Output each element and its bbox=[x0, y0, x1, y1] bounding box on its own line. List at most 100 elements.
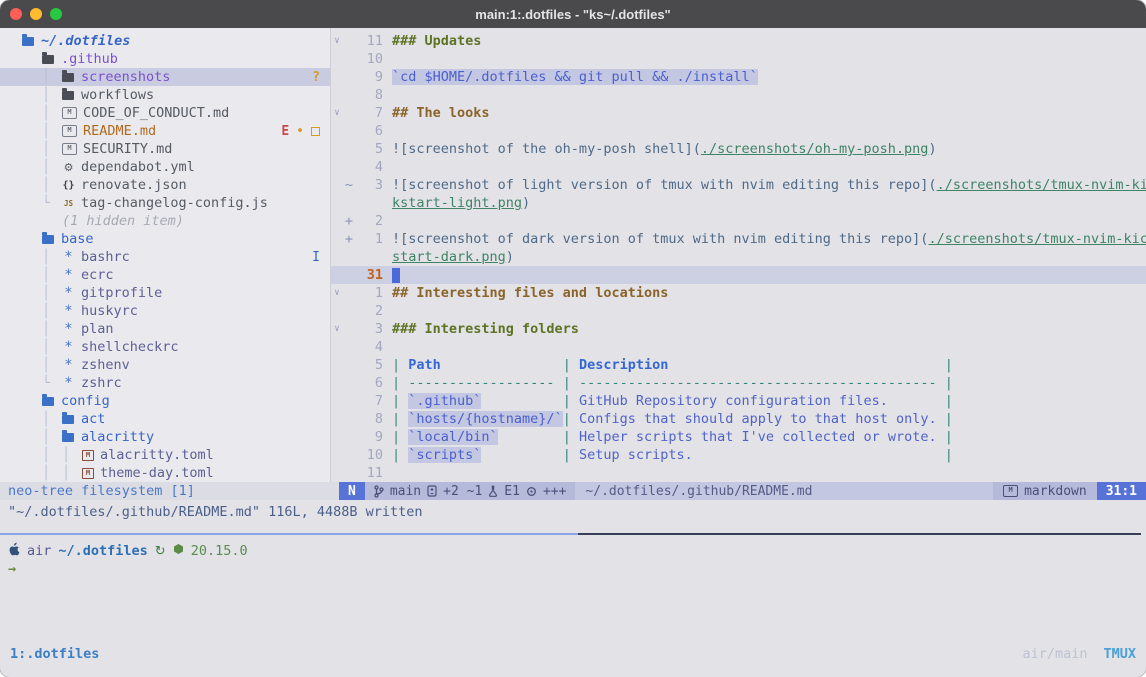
tree-item[interactable]: ││Malacritty.toml bbox=[0, 446, 330, 464]
tree-item[interactable]: │MCODE_OF_CONDUCT.md bbox=[0, 104, 330, 122]
text-segment-pipe: | bbox=[937, 357, 953, 373]
tmux-window-label[interactable]: 1:.dotfiles bbox=[10, 646, 99, 662]
text-segment-code: `hosts/{hostname}/` bbox=[408, 411, 562, 427]
tree-item-label: plan bbox=[81, 321, 114, 337]
tree-item[interactable]: │workflows bbox=[0, 86, 330, 104]
text-segment-pipe: | bbox=[392, 357, 408, 373]
tree-item[interactable]: config bbox=[0, 392, 330, 410]
tree-badge: I bbox=[312, 250, 320, 265]
tree-item[interactable]: ~/.dotfiles bbox=[0, 32, 330, 50]
editor-line[interactable]: ∨11### Updates bbox=[331, 32, 1146, 50]
editor-line[interactable]: 8| `hosts/{hostname}/`| Configs that sho… bbox=[331, 410, 1146, 428]
line-number: 9 bbox=[355, 429, 383, 445]
tree-item[interactable]: │MREADME.mdE• bbox=[0, 122, 330, 140]
text-segment-h2: ## Interesting files and locations bbox=[392, 285, 668, 301]
javascript-icon: JS bbox=[62, 199, 75, 208]
editor-line[interactable]: 8 bbox=[331, 86, 1146, 104]
tree-item[interactable]: └JStag-changelog-config.js bbox=[0, 194, 330, 212]
editor-line[interactable]: +1![screenshot of dark version of tmux w… bbox=[331, 230, 1146, 248]
tree-item-badges: I bbox=[312, 250, 320, 265]
editor-line[interactable]: 11 bbox=[331, 464, 1146, 482]
status-circle-icon bbox=[526, 486, 537, 497]
tree-item-label: renovate.json bbox=[81, 177, 187, 193]
tree-item[interactable]: │screenshots? bbox=[0, 68, 330, 86]
tree-item[interactable]: │*gitprofile bbox=[0, 284, 330, 302]
editor-line[interactable]: 9`cd $HOME/.dotfiles && git pull && ./in… bbox=[331, 68, 1146, 86]
editor-line[interactable]: ∨1## Interesting files and locations bbox=[331, 284, 1146, 302]
text-segment-dash: ------------------ bbox=[408, 375, 562, 391]
tree-item[interactable]: │*huskyrc bbox=[0, 302, 330, 320]
close-button-icon[interactable] bbox=[10, 8, 22, 20]
tree-guide: │ bbox=[42, 123, 62, 139]
git-segment: main +2 ~1 E1 +++ bbox=[365, 484, 576, 499]
tree-item[interactable]: │*shellcheckrc bbox=[0, 338, 330, 356]
tree-guide: └ bbox=[42, 195, 62, 211]
tree-item[interactable]: ││Mtheme-day.toml bbox=[0, 464, 330, 482]
titlebar: main:1:.dotfiles - "ks~/.dotfiles" bbox=[0, 0, 1146, 28]
text-segment-desc: GitHub Repository configuration files. bbox=[579, 393, 888, 409]
editor-line[interactable]: 6| ------------------ | ----------------… bbox=[331, 374, 1146, 392]
editor-line[interactable]: +2 bbox=[331, 212, 1146, 230]
text-segment-pipe: | bbox=[563, 375, 579, 391]
editor-line[interactable]: 5| Path | Description | bbox=[331, 356, 1146, 374]
tree-item-label: ~/.dotfiles bbox=[41, 33, 130, 49]
text-segment-th: Path bbox=[408, 357, 441, 373]
minimize-button-icon[interactable] bbox=[30, 8, 42, 20]
editor-line[interactable]: 6 bbox=[331, 122, 1146, 140]
tree-item[interactable]: │*zshenv bbox=[0, 356, 330, 374]
prompt-hostname: air bbox=[27, 543, 51, 559]
tree-item[interactable]: │act bbox=[0, 410, 330, 428]
shell-input-line[interactable]: → bbox=[8, 560, 1138, 578]
git-branch-name[interactable]: main bbox=[390, 484, 421, 499]
diff-file-icon bbox=[427, 485, 437, 497]
tree-item[interactable]: │*plan bbox=[0, 320, 330, 338]
tree-item[interactable]: │⚙dependabot.yml bbox=[0, 158, 330, 176]
text-segment-pipe: | bbox=[563, 411, 579, 427]
tree-item[interactable]: │*bashrcI bbox=[0, 248, 330, 266]
fold-chevron-icon[interactable]: ∨ bbox=[331, 324, 343, 334]
editor-line[interactable]: 4 bbox=[331, 338, 1146, 356]
tree-item[interactable]: │alacritty bbox=[0, 428, 330, 446]
tree-item[interactable]: (1 hidden item) bbox=[0, 212, 330, 230]
gitsign-column: + bbox=[343, 213, 355, 229]
fold-chevron-icon[interactable]: ∨ bbox=[331, 108, 343, 118]
line-number: 3 bbox=[355, 321, 383, 337]
editor-line[interactable]: 10 bbox=[331, 50, 1146, 68]
text-segment-pipe: | bbox=[392, 429, 408, 445]
gitsign-column: + bbox=[343, 231, 355, 247]
tree-guide bbox=[22, 69, 42, 85]
tree-item[interactable]: └*zshrc bbox=[0, 374, 330, 392]
line-number: 3 bbox=[355, 177, 383, 193]
editor-line[interactable]: ~3![screenshot of light version of tmux … bbox=[331, 176, 1146, 194]
fold-chevron-icon[interactable]: ∨ bbox=[331, 36, 343, 46]
tree-guide bbox=[22, 141, 42, 157]
tree-guide bbox=[22, 285, 42, 301]
text-segment-md bbox=[441, 357, 563, 373]
editor-line[interactable]: start-dark.png) bbox=[331, 248, 1146, 266]
filetype-segment: M markdown bbox=[993, 484, 1097, 499]
tree-item[interactable]: │{}renovate.json bbox=[0, 176, 330, 194]
statusline-filename[interactable]: ~/.dotfiles/.github/README.md bbox=[575, 482, 993, 500]
zoom-button-icon[interactable] bbox=[50, 8, 62, 20]
tree-item[interactable]: │*ecrc bbox=[0, 266, 330, 284]
editor-line[interactable]: ∨3### Interesting folders bbox=[331, 320, 1146, 338]
shell-pane[interactable]: air ~/.dotfiles ↻ 20.15.0 → bbox=[0, 540, 1146, 645]
tree-item[interactable]: │MSECURITY.md bbox=[0, 140, 330, 158]
editor-line[interactable]: 9| `local/bin` | Helper scripts that I'v… bbox=[331, 428, 1146, 446]
tmux-session-name: air/main bbox=[1022, 646, 1087, 662]
tree-guide bbox=[22, 105, 42, 121]
editor-line[interactable]: ∨7## The looks bbox=[331, 104, 1146, 122]
tree-item[interactable]: base bbox=[0, 230, 330, 248]
editor-line[interactable]: 7| `.github` | GitHub Repository configu… bbox=[331, 392, 1146, 410]
editor-line[interactable]: 4 bbox=[331, 158, 1146, 176]
line-number: 7 bbox=[355, 393, 383, 409]
editor-line[interactable]: kstart-light.png) bbox=[331, 194, 1146, 212]
tmux-pane-divider[interactable] bbox=[0, 530, 1146, 540]
editor-line[interactable]: 10| `scripts` | Setup scripts. | bbox=[331, 446, 1146, 464]
editor-line[interactable]: 2 bbox=[331, 302, 1146, 320]
editor-line[interactable]: 31 bbox=[331, 266, 1146, 284]
tree-item[interactable]: .github bbox=[0, 50, 330, 68]
editor-line[interactable]: 5![screenshot of the oh-my-posh shell](.… bbox=[331, 140, 1146, 158]
fold-chevron-icon[interactable]: ∨ bbox=[331, 288, 343, 298]
line-number: 6 bbox=[355, 123, 383, 139]
